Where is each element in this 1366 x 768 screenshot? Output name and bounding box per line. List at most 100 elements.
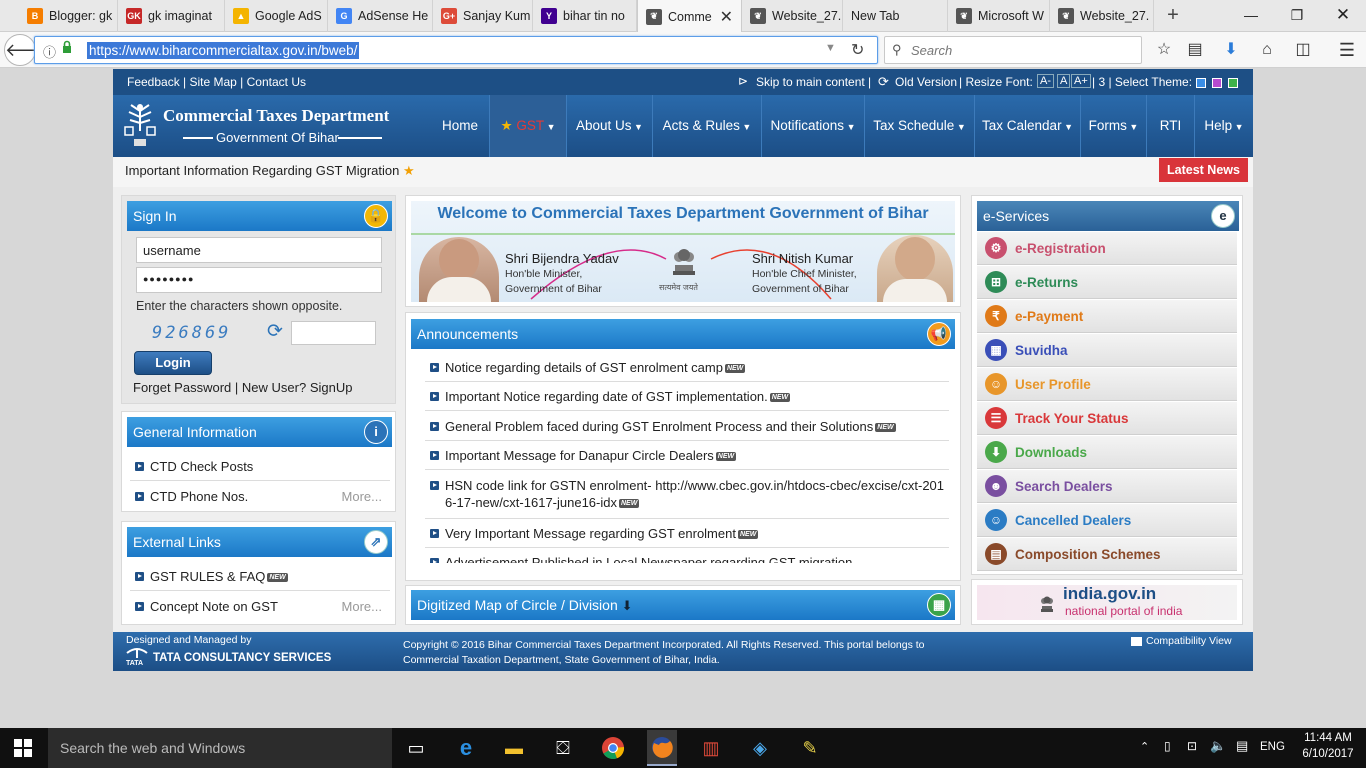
info-icon[interactable]: ⓘ [43,42,56,61]
eservice-user-profile[interactable]: ☺ User Profile [977,368,1237,401]
skip-to-main-link[interactable]: Skip to main content | [756,75,871,89]
edge-icon[interactable]: e [452,734,480,762]
new-tab-button[interactable]: + [1162,4,1184,28]
list-item[interactable]: CTD Phone Nos. More... [130,482,390,511]
announcement-item[interactable]: HSN code link for GSTN enrolment- http:/… [425,471,949,519]
more-link[interactable]: More... [342,592,382,621]
taskbar-search-box[interactable]: Search the web and Windows [48,728,392,768]
font-large-button[interactable]: A+ [1071,74,1091,88]
login-button[interactable]: Login [134,351,212,375]
menu-help[interactable]: Help ▼ [1194,95,1253,157]
eservice-e-registration[interactable]: ⚙ e-Registration [977,232,1237,265]
latest-news-badge[interactable]: Latest News [1159,158,1248,182]
menu-icon[interactable]: ☰ [1336,39,1358,61]
network-icon[interactable]: ⊡ [1187,739,1197,753]
bihar-emblem-logo[interactable] [121,101,159,149]
file-explorer-icon[interactable]: ▬ [500,734,528,762]
eservice-suvidha[interactable]: ▦ Suvidha [977,334,1237,367]
dropdown-arrow-icon[interactable]: ▼ [825,42,836,54]
firefox-icon[interactable] [647,730,677,766]
browser-tab[interactable]: B Blogger: gk [19,0,118,32]
chevron-up-icon[interactable]: ⌃ [1140,740,1149,753]
browser-tab[interactable]: ❦ Comme ✕ [637,0,742,33]
refresh-captcha-icon[interactable]: ⟳ [264,321,286,343]
eservice-track-status[interactable]: ☰ Track Your Status [977,402,1237,435]
india-gov-banner[interactable]: india.gov.in national portal of india [971,579,1243,625]
browser-tab[interactable]: G+ Sanjay Kum [433,0,533,32]
browser-tab[interactable]: GK gk imaginat [118,0,225,32]
announcement-item[interactable]: General Problem faced during GST Enrolme… [425,412,949,441]
menu-forms[interactable]: Forms ▼ [1080,95,1146,157]
back-button[interactable]: 🡐 [4,34,53,66]
theme-blue-swatch[interactable] [1196,78,1206,88]
menu-acts-rules[interactable]: Acts & Rules ▼ [652,95,761,157]
menu-tax-schedule[interactable]: Tax Schedule ▼ [864,95,974,157]
old-version-link[interactable]: Old Version [895,75,957,89]
eservice-e-payment[interactable]: ₹ e-Payment [977,300,1237,333]
announcement-item[interactable]: Very Important Message regarding GST enr… [425,519,949,548]
announcement-item[interactable]: Important Notice regarding date of GST i… [425,382,949,411]
forget-password-link[interactable]: Forget Password [133,380,231,395]
browser-tab[interactable]: ▲ Google AdS [225,0,328,32]
password-field[interactable]: ●●●●●●●● [136,267,382,293]
app-icon[interactable]: ◈ [746,734,774,762]
clock-date[interactable]: 6/10/2017 [1298,748,1358,760]
feedback-sitemap-contact-links[interactable]: Feedback | Site Map | Contact Us [127,75,306,89]
compatibility-view-link[interactable]: Compatibility View [1131,635,1232,647]
bookmark-star-icon[interactable]: ☆ [1153,39,1175,61]
list-item[interactable]: GST RULES & FAQ NEW [130,562,390,591]
browser-tab[interactable]: ❦ Website_27. [1050,0,1154,32]
reading-list-icon[interactable]: ▤ [1184,39,1206,61]
font-small-button[interactable]: A- [1037,74,1054,88]
chrome-icon[interactable] [599,734,627,762]
menu-tax-calendar[interactable]: Tax Calendar ▼ [974,95,1080,157]
theme-purple-swatch[interactable] [1212,78,1222,88]
captcha-input[interactable] [291,321,376,345]
store-icon[interactable]: ⛋ [549,734,577,762]
home-icon[interactable]: ⌂ [1256,39,1278,61]
close-window-button[interactable]: ✕ [1328,4,1358,26]
browser-tab[interactable]: Ybihar tin no [533,0,637,32]
announcement-item[interactable]: Important Message for Danapur Circle Dea… [425,441,949,470]
browser-tab[interactable]: New Tab [843,0,948,32]
pocket-icon[interactable]: ◫ [1292,39,1314,61]
eservice-search-dealers[interactable]: ☻ Search Dealers [977,470,1237,503]
browser-tab[interactable]: ❦ Website_27. [742,0,843,32]
eservice-cancelled-dealers[interactable]: ☺ Cancelled Dealers [977,504,1237,537]
eservice-composition-schemes[interactable]: ▤ Composition Schemes [977,538,1237,571]
paint-icon[interactable]: ✎ [796,734,824,762]
maximize-button[interactable]: ❐ [1282,4,1312,26]
eservice-e-returns[interactable]: ⊞ e-Returns [977,266,1237,299]
reload-icon[interactable]: ↻ [851,40,864,60]
username-field[interactable]: username [136,237,382,263]
url-text[interactable]: https://www.biharcommercialtax.gov.in/bw… [87,42,360,59]
menu-gst[interactable]: ★ GST ▼ [489,95,566,157]
announcement-item[interactable]: Notice regarding details of GST enrolmen… [425,353,949,382]
menu-home[interactable]: Home [431,95,489,157]
theme-green-swatch[interactable] [1228,78,1238,88]
announcement-item[interactable]: Advertisement Published in Local Newspap… [425,548,949,563]
font-normal-button[interactable]: A [1057,74,1071,88]
notifications-icon[interactable]: ▤ [1236,738,1248,754]
battery-icon[interactable]: ▯ [1164,739,1171,753]
menu-about-us[interactable]: About Us ▼ [566,95,652,157]
more-link[interactable]: More... [342,482,382,511]
close-tab-icon[interactable]: ✕ [720,7,733,27]
minimize-button[interactable]: — [1236,4,1266,26]
signup-link[interactable]: New User? SignUp [242,380,353,395]
task-view-icon[interactable]: ▭ [402,734,430,762]
address-bar[interactable]: ⓘ https://www.biharcommercialtax.gov.in/… [34,36,878,64]
clock-time[interactable]: 11:44 AM [1300,732,1356,744]
eservice-downloads[interactable]: ⬇ Downloads [977,436,1237,469]
menu-rti[interactable]: RTI [1146,95,1194,157]
winrar-icon[interactable]: ▥ [697,734,725,762]
windows-start-icon[interactable] [14,739,32,757]
map-header[interactable]: Digitized Map of Circle / Division ⬇ ▦ [411,590,955,620]
menu-notifications[interactable]: Notifications ▼ [761,95,864,157]
ticker-text[interactable]: Important Information Regarding GST Migr… [125,163,415,179]
browser-tab[interactable]: G AdSense He [328,0,433,32]
downloads-icon[interactable]: ⬇ [1220,39,1242,61]
language-indicator[interactable]: ENG [1260,741,1285,753]
search-box[interactable]: ⚲ Search [884,36,1142,64]
volume-icon[interactable]: 🔈 [1210,738,1226,754]
